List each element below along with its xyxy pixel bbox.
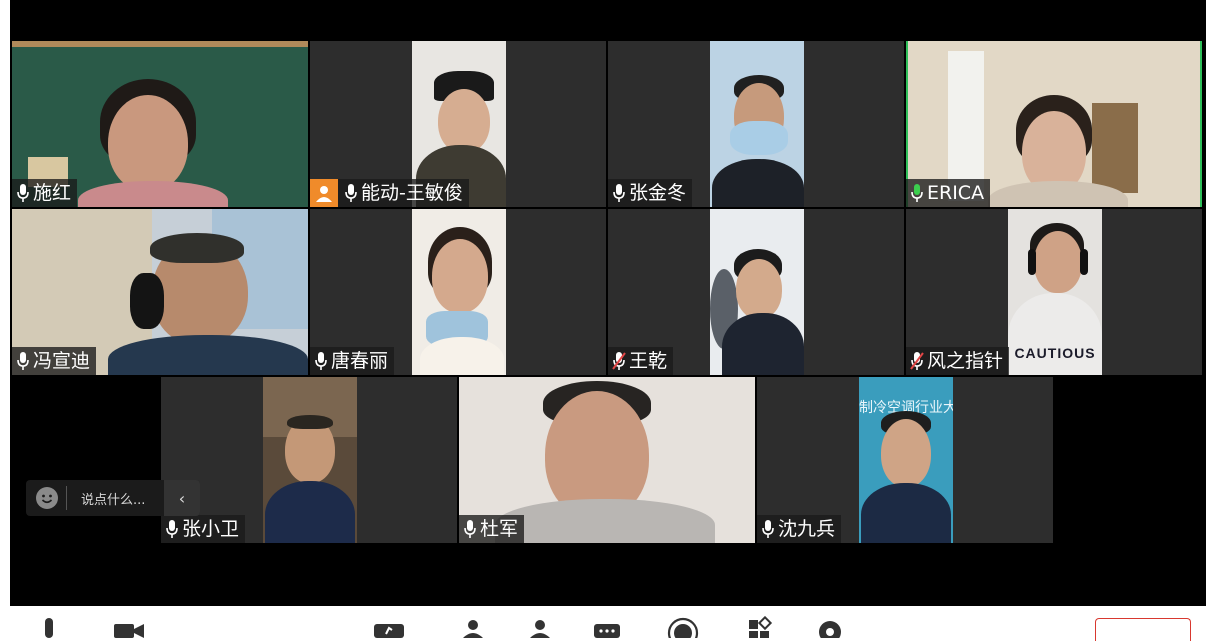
name-tag: ERICA	[906, 179, 991, 207]
participant-name: 杜军	[480, 518, 519, 540]
participants-icon[interactable]	[460, 618, 494, 640]
participant-name: 施红	[33, 182, 72, 204]
name-tag: 施红	[12, 179, 78, 207]
settings-gear-icon[interactable]	[814, 616, 848, 638]
participant-tile[interactable]: CAUTIOUS 风之指针	[906, 209, 1202, 375]
chat-icon[interactable]	[592, 620, 626, 642]
video-feed	[710, 209, 804, 375]
microphone-icon[interactable]	[36, 616, 70, 638]
video-feed	[412, 209, 506, 375]
microphone-icon	[345, 184, 357, 202]
participant-name: 能动-王敏俊	[361, 182, 463, 204]
microphone-icon	[315, 352, 327, 370]
microphone-muted-icon	[612, 352, 626, 370]
participant-tile[interactable]: 施红	[12, 41, 308, 207]
participant-tile[interactable]: 张金冬	[608, 41, 904, 207]
participant-tile-active[interactable]: ERICA	[906, 41, 1202, 207]
participant-tile[interactable]: 冯宣迪	[12, 209, 308, 375]
name-tag: 王乾	[608, 347, 674, 375]
camera-icon[interactable]	[112, 620, 146, 642]
microphone-icon	[17, 352, 29, 370]
microphone-icon	[166, 520, 178, 538]
participant-name: 沈九兵	[778, 518, 836, 540]
microphone-icon	[464, 520, 476, 538]
avatar-badge-icon	[310, 179, 338, 207]
microphone-speaking-icon	[911, 184, 923, 202]
participant-name: ERICA	[927, 182, 985, 204]
name-tag: 唐春丽	[310, 347, 395, 375]
apps-icon[interactable]	[746, 616, 780, 638]
name-tag: 能动-王敏俊	[310, 179, 469, 207]
participant-name: 张金冬	[629, 182, 687, 204]
microphone-icon	[762, 520, 774, 538]
participant-name: 王乾	[629, 350, 668, 372]
name-tag: 冯宣迪	[12, 347, 97, 375]
participant-tile[interactable]: 王乾	[608, 209, 904, 375]
name-tag: 张小卫	[161, 515, 246, 543]
record-icon[interactable]	[666, 616, 700, 638]
meeting-toolbar	[0, 606, 1209, 638]
participant-tile[interactable]: 张小卫	[161, 377, 457, 543]
video-feed	[263, 377, 357, 543]
leave-meeting-button[interactable]	[1095, 618, 1191, 641]
participant-name: 风之指针	[927, 350, 1004, 372]
participant-tile[interactable]: 唐春丽	[310, 209, 606, 375]
participant-tile[interactable]: 能动-王敏俊	[310, 41, 606, 207]
chat-input-bar[interactable]: 说点什么... ‹	[26, 480, 200, 516]
participant-tile[interactable]: 杜军	[459, 377, 755, 543]
video-feed: 制冷空调行业大	[859, 377, 953, 543]
microphone-icon	[613, 184, 625, 202]
divider	[66, 486, 67, 510]
emoji-icon[interactable]	[36, 487, 58, 509]
participant-name: 张小卫	[182, 518, 240, 540]
invite-icon[interactable]	[526, 618, 560, 640]
name-tag: 杜军	[459, 515, 525, 543]
participant-tile[interactable]: 制冷空调行业大 沈九兵	[757, 377, 1053, 543]
participant-name: 冯宣迪	[33, 350, 91, 372]
video-feed: CAUTIOUS	[1008, 209, 1102, 375]
microphone-muted-icon	[910, 352, 924, 370]
collapse-chevron-left-icon[interactable]: ‹	[164, 480, 200, 516]
microphone-icon	[17, 184, 29, 202]
participant-name: 唐春丽	[331, 350, 389, 372]
video-feed	[710, 41, 804, 207]
share-screen-icon[interactable]	[372, 620, 406, 642]
name-tag: 沈九兵	[757, 515, 842, 543]
chat-input[interactable]: 说点什么...	[81, 489, 145, 508]
name-tag: 张金冬	[608, 179, 693, 207]
name-tag: 风之指针	[906, 347, 1010, 375]
